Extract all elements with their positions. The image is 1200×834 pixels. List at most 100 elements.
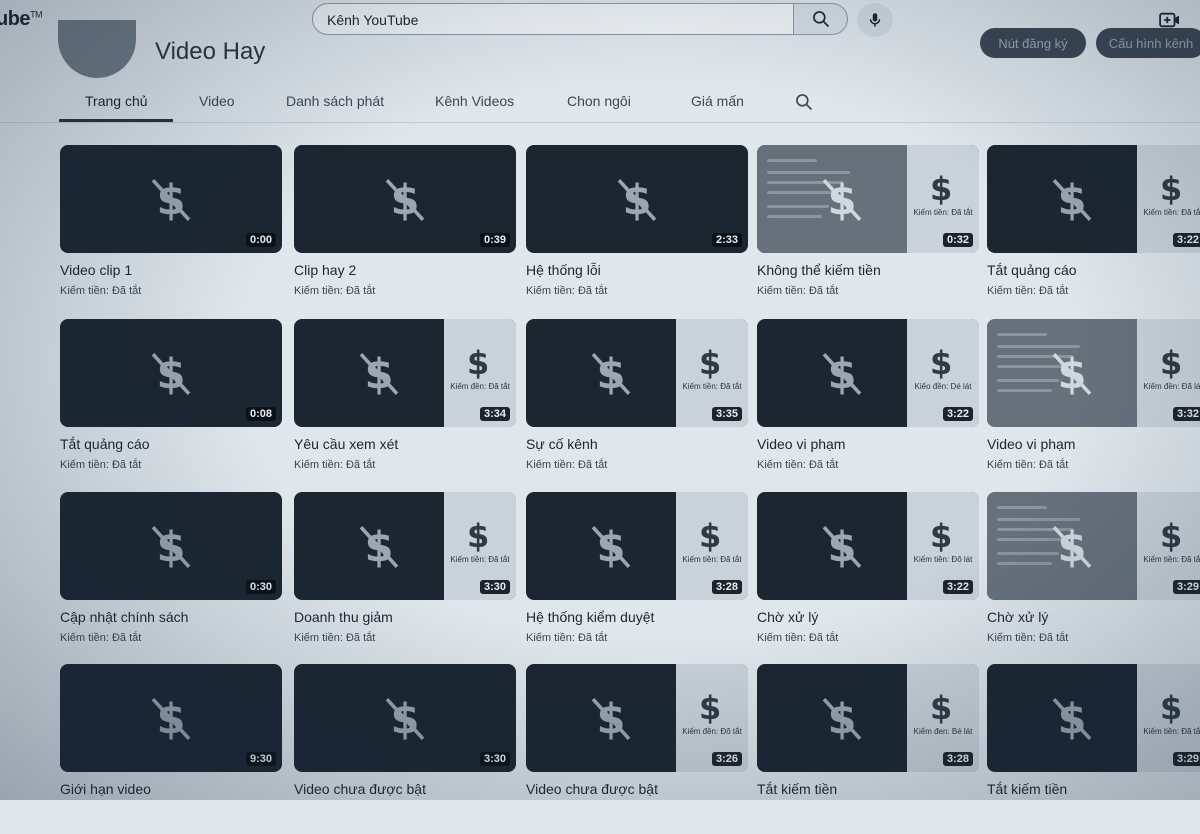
video-card[interactable]: $$Kiếm tiền: Đã tắt3:29Chờ xử lýKiếm tiề… — [987, 492, 1200, 662]
duration-badge: 3:28 — [711, 580, 742, 594]
video-thumbnail[interactable]: $$Kiếm tiền: Đã tắt3:22 — [987, 145, 1200, 253]
video-card[interactable]: $0:08 Tắt quảng cáo Kiếm tiền: Đã tắt — [60, 319, 282, 489]
video-title[interactable]: Tắt quảng cáo — [60, 436, 150, 452]
monetization-status: Kiếm tiền: Đã tắt — [526, 459, 608, 471]
video-thumbnail[interactable]: $$Kiếm đen: Bé lát3:28 — [757, 664, 979, 772]
duration-badge: 3:30 — [479, 752, 510, 766]
monetization-off-icon: $ — [822, 350, 862, 398]
panel-status-text: Kiếm tiền: Đã tắt — [1143, 555, 1200, 564]
monetization-off-icon: $ — [822, 176, 862, 224]
video-card[interactable]: $$Kiếm tiền: Đã tắt0:32Không thể kiếm ti… — [757, 145, 979, 315]
video-card[interactable]: $0:00 Video clip 1 Kiếm tiền: Đã tắt — [60, 145, 282, 315]
video-title[interactable]: Tắt kiếm tiền — [757, 781, 837, 797]
video-card[interactable]: $$Kiếo đền: Dé lát3:22Video vi phạmKiếm … — [757, 319, 979, 489]
dollar-icon: $ — [1160, 170, 1183, 208]
duration-badge: 3:22 — [1172, 233, 1200, 247]
dollar-icon: $ — [699, 689, 722, 727]
video-title[interactable]: Chờ xử lý — [987, 609, 1048, 625]
duration-badge: 0:30 — [245, 580, 276, 594]
video-card[interactable]: $9:30 Giới hạn video — [60, 664, 282, 834]
video-card[interactable]: $$Kiếm đền: Đõ tắt3:26Video chưa được bậ… — [526, 664, 748, 834]
panel-status-text: Kiếm tiền: Đã tắt — [913, 208, 973, 217]
video-thumbnail[interactable]: $$Kiếm tiền: Đã tắt3:28 — [526, 492, 748, 600]
duration-badge: 3:29 — [1172, 580, 1200, 594]
video-thumbnail[interactable]: $$Kiếo đền: Dé lát3:22 — [757, 319, 979, 427]
video-card[interactable]: $0:39 Clip hay 2 Kiếm tiền: Đã tắt — [294, 145, 516, 315]
video-thumbnail[interactable]: $$Kiếm tiền: Đõ lát3:22 — [757, 492, 979, 600]
video-title[interactable]: Giới hạn video — [60, 781, 151, 797]
video-thumbnail[interactable]: $0:30 — [60, 492, 282, 600]
video-thumbnail[interactable]: $$Kiếm đền: Đã lát3:32 — [987, 319, 1200, 427]
monetization-off-icon: $ — [591, 523, 631, 571]
monetization-off-icon: $ — [1052, 695, 1092, 743]
monetization-status: Kiếm tiền: Đã tắt — [60, 459, 142, 471]
monetization-status: Kiếm tiền: Đã tắt — [294, 285, 376, 297]
dollar-icon: $ — [1160, 344, 1183, 382]
duration-badge: 9:30 — [245, 752, 276, 766]
monetization-off-icon: $ — [1052, 350, 1092, 398]
video-title[interactable]: Doanh thu giảm — [294, 609, 393, 625]
video-title[interactable]: Sự cố kênh — [526, 436, 598, 452]
monetization-status: Kiếm tiền: Đã tắt — [526, 285, 608, 297]
video-card[interactable]: $$Kiếm tiền: Đã tắt3:29 Tắt kiếm tiền — [987, 664, 1200, 834]
dollar-icon: $ — [699, 344, 722, 382]
video-thumbnail[interactable]: $0:39 — [294, 145, 516, 253]
video-title[interactable]: Hệ thống lỗi — [526, 262, 601, 278]
video-card[interactable]: $$Kiếm tiền: Đã tắt3:35 Sự cố kênh Kiếm ti… — [526, 319, 748, 489]
video-thumbnail[interactable]: $9:30 — [60, 664, 282, 772]
video-card[interactable]: $$Kiếm tiền: Đõ lát3:22 Chờ xử lý Kiếm tiề… — [757, 492, 979, 662]
dollar-icon: $ — [930, 344, 953, 382]
video-title[interactable]: Video vi phạm — [987, 436, 1075, 452]
video-thumbnail[interactable]: $$Kiếm tiền: Đã tắt3:29 — [987, 664, 1200, 772]
video-title[interactable]: Cập nhật chính sách — [60, 609, 188, 625]
video-thumbnail[interactable]: $0:08 — [60, 319, 282, 427]
video-thumbnail[interactable]: $$Kiếm tiền: Đã tắt0:32 — [757, 145, 979, 253]
video-thumbnail[interactable]: $0:00 — [60, 145, 282, 253]
monetization-status: Kiếm tiền: Đã tắt — [757, 632, 839, 644]
video-title[interactable]: Tắt quảng cáo — [987, 262, 1077, 278]
video-thumbnail[interactable]: $$Kiếm tiền: Đã tắt3:29 — [987, 492, 1200, 600]
video-card[interactable]: $2:33 Hệ thống lỗi Kiếm tiền: Đã tắt — [526, 145, 748, 315]
video-title[interactable]: Video chưa được bật — [526, 781, 658, 797]
video-title[interactable]: Video clip 1 — [60, 262, 132, 278]
video-title[interactable]: Tắt kiếm tiền — [987, 781, 1067, 797]
duration-badge: 3:30 — [479, 580, 510, 594]
duration-badge: 3:32 — [1172, 407, 1200, 421]
monetization-off-icon: $ — [151, 695, 191, 743]
video-thumbnail[interactable]: $3:30 — [294, 664, 516, 772]
duration-badge: 3:29 — [1172, 752, 1200, 766]
monetization-status: Kiếm tiền: Đã tắt — [757, 459, 839, 471]
video-title[interactable]: Video vi phạm — [757, 436, 845, 452]
dollar-icon: $ — [930, 170, 953, 208]
dollar-icon: $ — [930, 689, 953, 727]
video-thumbnail[interactable]: $$Kiếm tiền: Đã tắt3:35 — [526, 319, 748, 427]
video-title[interactable]: Clip hay 2 — [294, 262, 356, 278]
video-thumbnail[interactable]: $$Kiếm đền: Đã tắt3:34 — [294, 319, 516, 427]
video-card[interactable]: $3:30 Video chưa được bật — [294, 664, 516, 834]
video-title[interactable]: Video chưa được bật — [294, 781, 426, 797]
panel-status-text: Kiếo đền: Dé lát — [914, 382, 972, 391]
monetization-off-icon: $ — [591, 695, 631, 743]
video-thumbnail[interactable]: $$Kiếm đền: Đõ tắt3:26 — [526, 664, 748, 772]
video-card[interactable]: $$Kiếm tiền: Đã tắt3:30Doanh thu giảmKiế… — [294, 492, 516, 662]
monetization-status: Kiếm tiền: Đã tắt — [987, 632, 1069, 644]
video-title[interactable]: Không thể kiếm tiền — [757, 262, 881, 278]
monetization-off-icon: $ — [822, 523, 862, 571]
duration-badge: 0:39 — [479, 233, 510, 247]
monetization-off-icon: $ — [385, 695, 425, 743]
video-card[interactable]: $$Kiếm tiền: Đã tắt3:28Hệ thống kiểm duy… — [526, 492, 748, 662]
video-card[interactable]: $$Kiếm tiền: Đã tắt3:22Tắt quảng cáoKiếm… — [987, 145, 1200, 315]
video-thumbnail[interactable]: $2:33 — [526, 145, 748, 253]
video-thumbnail[interactable]: $$Kiếm tiền: Đã tắt3:30 — [294, 492, 516, 600]
video-title[interactable]: Hệ thống kiểm duyệt — [526, 609, 654, 625]
panel-status-text: Kiếm tiền: Đã tắt — [682, 555, 742, 564]
video-title[interactable]: Yêu cầu xem xét — [294, 436, 398, 452]
video-card[interactable]: $$Kiếm đền: Đã tắt3:34Yêu cầu xem xétKiế… — [294, 319, 516, 489]
monetization-off-icon: $ — [1052, 523, 1092, 571]
duration-badge: 0:08 — [245, 407, 276, 421]
video-card[interactable]: $0:30 Cập nhật chính sách Kiếm tiền: Đã tắ… — [60, 492, 282, 662]
video-title[interactable]: Chờ xử lý — [757, 609, 818, 625]
video-card[interactable]: $$Kiếm đền: Đã lát3:32Video vi phạmKiếm … — [987, 319, 1200, 489]
video-card[interactable]: $$Kiếm đen: Bé lát3:28 Tắt kiếm tiền — [757, 664, 979, 834]
panel-status-text: Kiếm tiền: Đã tắt — [1143, 208, 1200, 217]
